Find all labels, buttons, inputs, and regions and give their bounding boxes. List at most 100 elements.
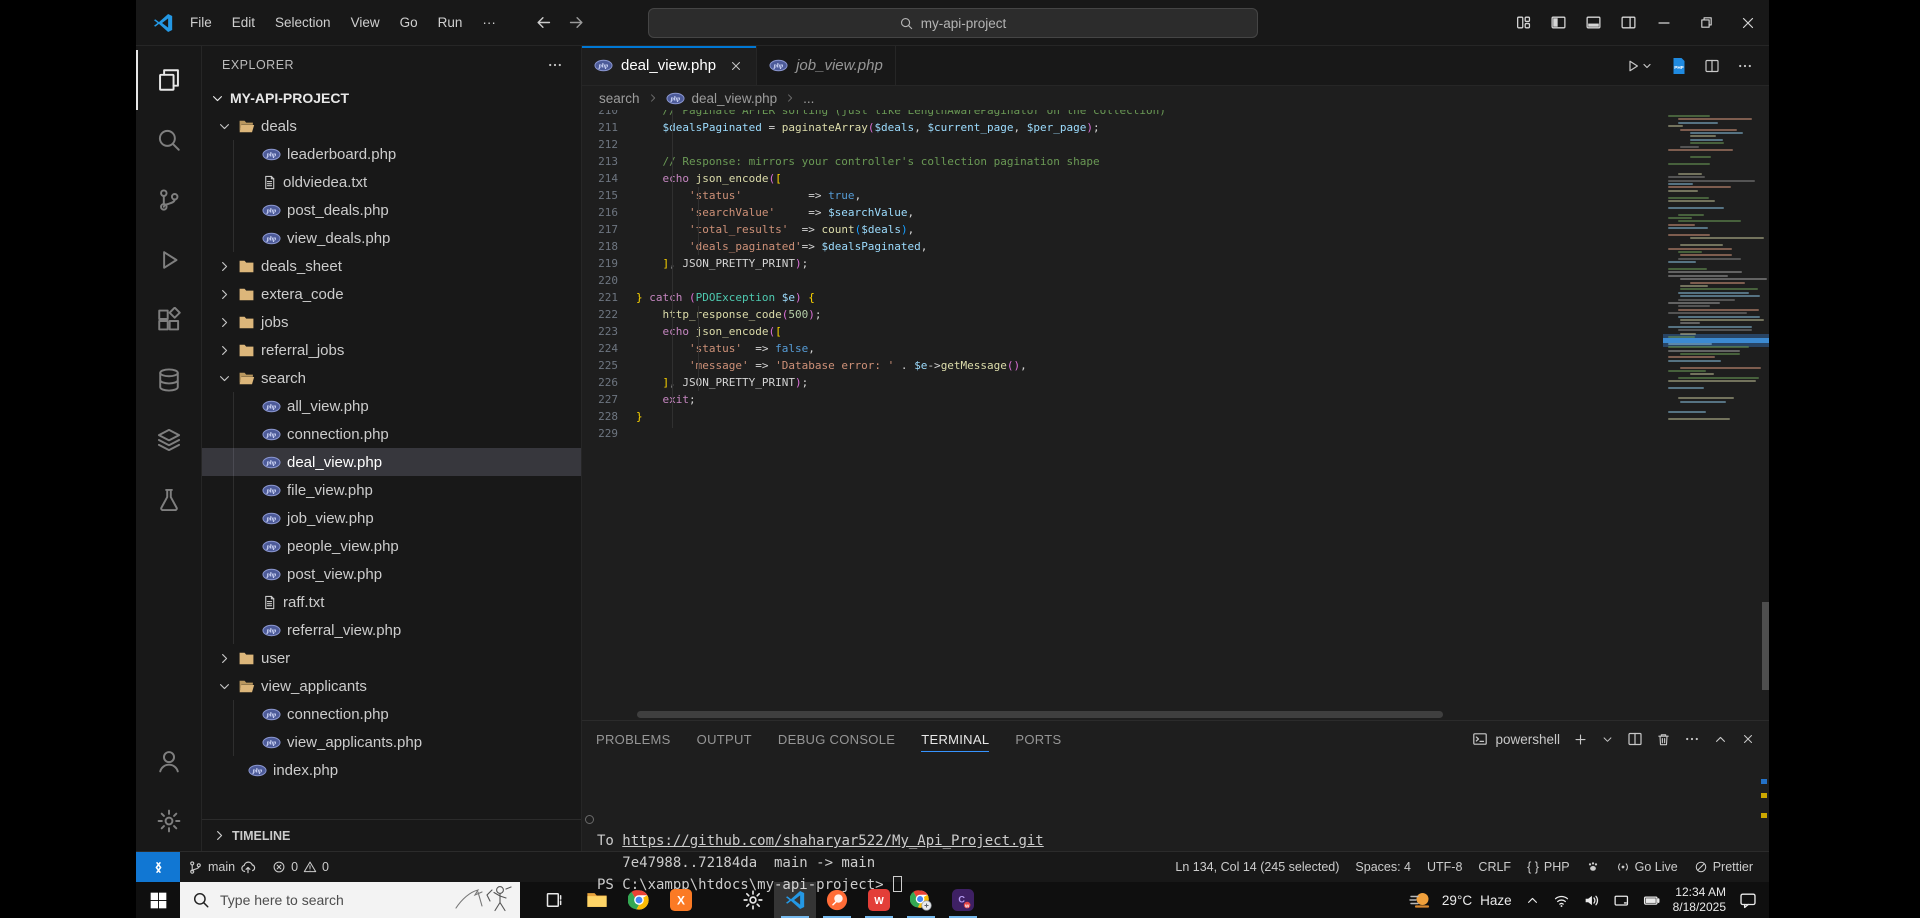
tree-item-people_view.php[interactable]: php people_view.php (202, 532, 581, 560)
taskbar-app-wps[interactable]: W (858, 882, 900, 918)
taskbar-app-xampp[interactable]: X (660, 882, 702, 918)
tree-item-raff.txt[interactable]: raff.txt (202, 588, 581, 616)
taskbar-app-settings[interactable] (732, 882, 774, 918)
activitybar-database[interactable] (136, 350, 201, 410)
menu-view[interactable]: View (341, 10, 390, 35)
menu-selection[interactable]: Selection (265, 10, 341, 35)
tree-item-view_applicants.php[interactable]: php view_applicants.php (202, 728, 581, 756)
menu-file[interactable]: File (180, 10, 222, 35)
activitybar-tests[interactable] (136, 470, 201, 530)
panel-tab-terminal[interactable]: TERMINAL (921, 721, 990, 757)
shell-selector[interactable]: powershell (1472, 731, 1560, 747)
tree-root-my-api-project[interactable]: MY-API-PROJECT (202, 84, 581, 112)
timeline-section[interactable]: TIMELINE (202, 819, 581, 851)
menu-more[interactable]: ··· (472, 10, 506, 35)
minimap[interactable] (1663, 110, 1769, 720)
tab-close-icon[interactable] (728, 59, 744, 73)
back-arrow-icon[interactable] (534, 13, 553, 32)
vertical-scrollbar[interactable] (1762, 602, 1769, 690)
restore-button[interactable] (1685, 0, 1727, 45)
activitybar-account[interactable] (136, 731, 201, 791)
tree-item-deal_view.php[interactable]: php deal_view.php (202, 448, 581, 476)
terminal-dropdown-icon[interactable] (1601, 733, 1614, 746)
panel-tab-problems[interactable]: PROBLEMS (596, 721, 671, 757)
terminal-link[interactable]: https://github.com/shaharyar522/My_Api_P… (622, 833, 1043, 849)
tree-item-search[interactable]: search (202, 364, 581, 392)
menu-go[interactable]: Go (390, 10, 428, 35)
tree-item-index.php[interactable]: php index.php (202, 756, 581, 784)
tree-item-leaderboard.php[interactable]: php leaderboard.php (202, 140, 581, 168)
activitybar-layers[interactable] (136, 410, 201, 470)
tree-item-deals[interactable]: deals (202, 112, 581, 140)
kill-terminal-icon[interactable] (1656, 732, 1671, 747)
tree-item-jobs[interactable]: jobs (202, 308, 581, 336)
tree-item-extera_code[interactable]: extera_code (202, 280, 581, 308)
taskbar-app-task-view[interactable] (534, 882, 576, 918)
taskbar-app-file-explorer[interactable] (576, 882, 618, 918)
taskbar-app-chrome[interactable] (618, 882, 660, 918)
close-button[interactable] (1727, 0, 1769, 45)
tree-item-file_view.php[interactable]: php file_view.php (202, 476, 581, 504)
taskbar-app-vscode[interactable] (774, 882, 816, 918)
panel-tab-debug-console[interactable]: DEBUG CONSOLE (778, 721, 895, 757)
code-editor[interactable]: 210 // Paginate AFTER sorting (just like… (582, 110, 1769, 720)
panel-more-icon[interactable] (1684, 731, 1700, 747)
tree-item-oldviedea.txt[interactable]: oldviedea.txt (202, 168, 581, 196)
taskbar-app-chrome-alt[interactable] (900, 882, 942, 918)
forward-arrow-icon[interactable] (567, 13, 586, 32)
tree-item-label: oldviedea.txt (283, 173, 368, 191)
tab-job-view-php[interactable]: php job_view.php (757, 46, 896, 85)
tree-item-connection.php[interactable]: php connection.php (202, 420, 581, 448)
command-center-search[interactable]: my-api-project (647, 8, 1258, 38)
activitybar-explorer[interactable] (136, 50, 201, 110)
tree-item-deals_sheet[interactable]: deals_sheet (202, 252, 581, 280)
terminal[interactable]: To https://github.com/shaharyar522/My_Ap… (582, 757, 1769, 896)
tree-item-view_applicants[interactable]: view_applicants (202, 672, 581, 700)
start-button[interactable] (136, 882, 180, 918)
new-terminal-icon[interactable] (1573, 732, 1588, 747)
toggle-secondary-sidebar-icon[interactable] (1620, 14, 1637, 31)
php-preview-button-icon[interactable]: PHP (1671, 57, 1687, 75)
tree-item-post_deals.php[interactable]: php post_deals.php (202, 196, 581, 224)
problems-indicator[interactable]: 0 0 (264, 852, 337, 882)
taskbar-app-postman[interactable] (816, 882, 858, 918)
activitybar-extensions[interactable] (136, 290, 201, 350)
panel-tab-output[interactable]: OUTPUT (697, 721, 752, 757)
customize-layout-icon[interactable] (1515, 14, 1532, 31)
tree-item-view_deals.php[interactable]: php view_deals.php (202, 224, 581, 252)
menu-run[interactable]: Run (428, 10, 473, 35)
toggle-panel-icon[interactable] (1585, 14, 1602, 31)
maximize-panel-icon[interactable] (1713, 732, 1728, 747)
split-terminal-icon[interactable] (1627, 731, 1643, 747)
line-number: 224 (598, 342, 618, 355)
horizontal-scrollbar[interactable] (637, 711, 1443, 718)
close-panel-icon[interactable] (1741, 732, 1755, 746)
tree-item-user[interactable]: user (202, 644, 581, 672)
breadcrumb-symbol[interactable]: ... (803, 91, 814, 106)
tree-item-referral_view.php[interactable]: php referral_view.php (202, 616, 581, 644)
menu-edit[interactable]: Edit (222, 10, 265, 35)
breadcrumb-file[interactable]: deal_view.php (692, 91, 778, 106)
tree-item-job_view.php[interactable]: php job_view.php (202, 504, 581, 532)
breadcrumb-folder[interactable]: search (599, 91, 640, 106)
minimize-button[interactable] (1643, 0, 1685, 45)
activitybar-settings[interactable] (136, 791, 201, 851)
taskbar-app-clickup[interactable]: Cw (942, 882, 984, 918)
split-editor-icon[interactable] (1704, 58, 1720, 74)
tree-item-all_view.php[interactable]: php all_view.php (202, 392, 581, 420)
taskbar-search[interactable]: Type here to search (180, 882, 520, 918)
tree-item-connection.php[interactable]: php connection.php (202, 700, 581, 728)
toggle-sidebar-icon[interactable] (1550, 14, 1567, 31)
tab-deal-view-php[interactable]: php deal_view.php (582, 46, 758, 85)
activitybar-run-debug[interactable] (136, 230, 201, 290)
remote-indicator[interactable] (136, 852, 180, 882)
branch-indicator[interactable]: main (180, 852, 264, 882)
activitybar-source-control[interactable] (136, 170, 201, 230)
more-actions-icon[interactable] (1737, 58, 1753, 74)
tree-item-post_view.php[interactable]: php post_view.php (202, 560, 581, 588)
run-button-icon[interactable] (1624, 58, 1654, 74)
activitybar-search[interactable] (136, 110, 201, 170)
panel-tab-ports[interactable]: PORTS (1015, 721, 1061, 757)
tree-item-referral_jobs[interactable]: referral_jobs (202, 336, 581, 364)
explorer-more-actions-icon[interactable] (547, 57, 563, 73)
